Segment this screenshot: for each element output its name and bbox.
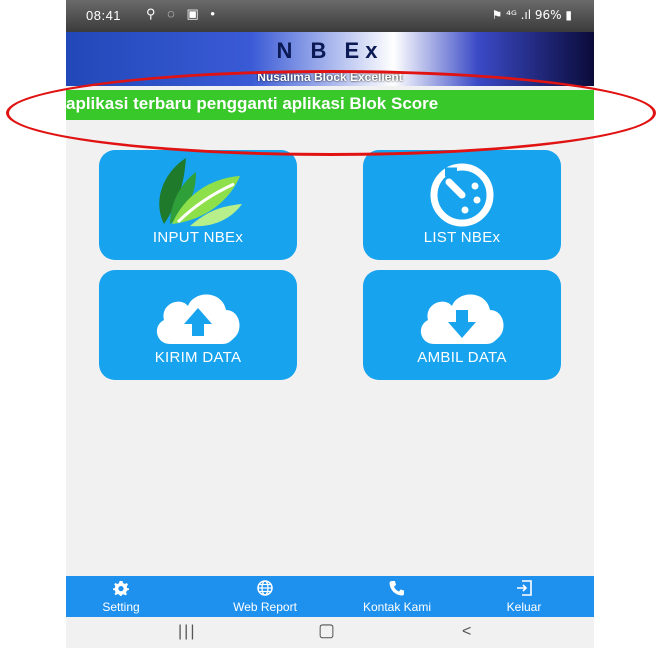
nav-label: Setting [102,600,140,614]
status-notification-icons: ⚲ ◌ ▣ • [146,6,219,21]
app-title: N B Ex [276,38,384,63]
nav-label: Kontak Kami [362,600,432,614]
clock-list-icon [430,163,494,227]
nav-label: Keluar [506,600,542,614]
status-system-indicators: ⚑ ⁴ᴳ .ıl 96% ▮ [491,8,572,22]
back-button[interactable]: < [462,623,471,641]
cloud-download-icon [420,294,504,344]
leaf-icon [159,158,242,227]
announcement-marquee: aplikasi terbaru pengganti aplikasi Blok… [66,90,594,120]
home-button[interactable]: ▢ [318,620,335,641]
nav-kontak-kami[interactable]: Kontak Kami [344,576,450,617]
recent-apps-button[interactable]: ||| [178,623,196,641]
globe-icon [214,580,316,600]
tile-label: AMBIL DATA [417,349,507,366]
list-nbex-button[interactable]: LIST NBEx [363,150,561,260]
kirim-data-button[interactable]: KIRIM DATA [99,270,297,380]
app-subtitle: Nusalima Block Excellent [257,70,403,84]
system-navigation-bar: ||| ▢ < [66,617,594,648]
phone-icon [344,580,450,600]
tile-label: LIST NBEx [423,229,501,246]
nav-label: Web Report [233,600,297,614]
status-bar: 08:41 ⚲ ◌ ▣ • ⚑ ⁴ᴳ .ıl 96% ▮ [66,0,594,32]
cloud-upload-icon [156,294,240,344]
marquee-text: aplikasi terbaru pengganti aplikasi Blok… [66,94,439,113]
status-time: 08:41 [86,8,122,23]
ambil-data-button[interactable]: AMBIL DATA [363,270,561,380]
nav-web-report[interactable]: Web Report [214,576,316,617]
tile-label: INPUT NBEx [152,229,244,246]
logout-icon [494,580,554,600]
gear-icon [86,580,156,600]
input-nbex-button[interactable]: INPUT NBEx [99,150,297,260]
nav-keluar[interactable]: Keluar [494,576,554,617]
app-header: N B Ex Nusalima Block Excellent [66,32,594,86]
phone-screen: 08:41 ⚲ ◌ ▣ • ⚑ ⁴ᴳ .ıl 96% ▮ N B Ex Nusa… [66,0,594,648]
nav-setting[interactable]: Setting [86,576,156,617]
tile-label: KIRIM DATA [154,349,242,366]
bottom-navigation: Setting Web Report Kontak Kami Keluar [66,576,594,617]
